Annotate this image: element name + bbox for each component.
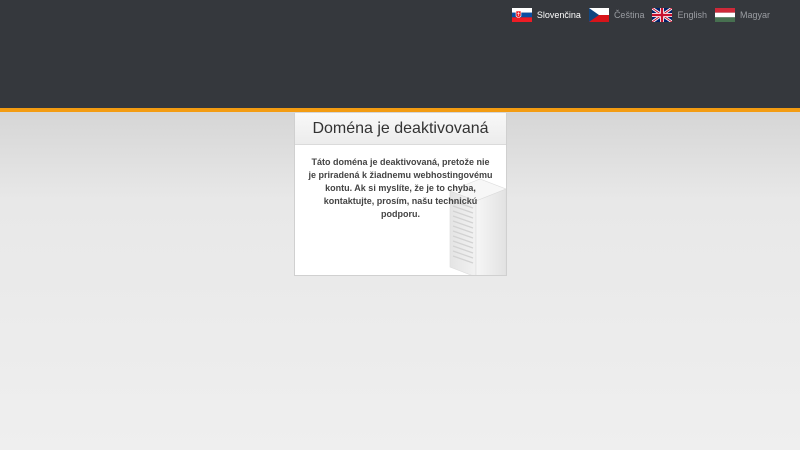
language-slovak[interactable]: Slovenčina (511, 8, 581, 22)
domain-deactivated-notice: Doména je deaktivovaná Táto doména je de… (294, 113, 507, 276)
notice-header: Doména je deaktivovaná (295, 113, 506, 145)
notice-title: Doména je deaktivovaná (312, 120, 489, 137)
language-czech[interactable]: Čeština (588, 8, 645, 22)
notice-message: Táto doména je deaktivovaná, pretože nie… (308, 157, 493, 219)
language-label: Magyar (739, 10, 770, 20)
language-english[interactable]: English (652, 8, 707, 22)
slovakia-flag-icon (511, 8, 532, 22)
language-label: Slovenčina (536, 10, 581, 20)
czech-flag-icon (588, 8, 609, 22)
top-header-bar: Slovenčina Čeština English Magyar (0, 0, 800, 108)
language-label: English (677, 10, 707, 20)
hungary-flag-icon (714, 8, 735, 22)
language-hungarian[interactable]: Magyar (714, 8, 770, 22)
accent-stripe (0, 108, 800, 112)
language-switcher: Slovenčina Čeština English Magyar (504, 8, 770, 22)
uk-flag-icon (652, 8, 673, 22)
language-label: Čeština (613, 10, 645, 20)
